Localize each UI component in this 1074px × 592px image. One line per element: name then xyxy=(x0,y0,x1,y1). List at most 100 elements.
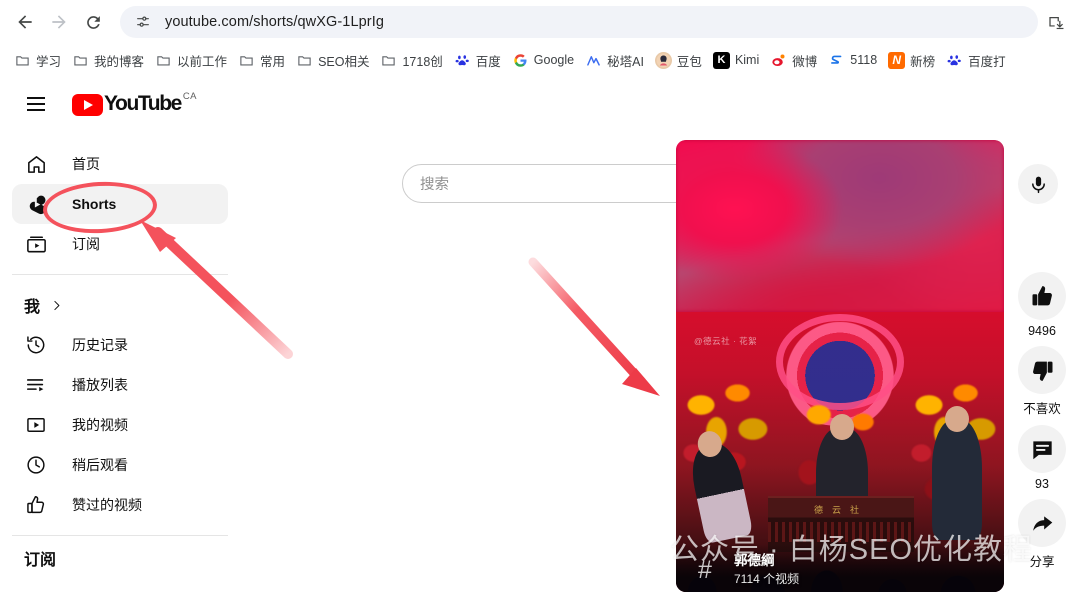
bookmark-label: 秘塔AI xyxy=(607,54,644,69)
sidebar-you-header[interactable]: 我 xyxy=(12,285,228,325)
sidebar-item-shorts[interactable]: Shorts xyxy=(12,184,228,224)
bookmark-item[interactable]: 我的博客 xyxy=(68,47,151,73)
folder-icon xyxy=(72,52,89,69)
subscriptions-icon xyxy=(24,232,48,256)
folder-icon xyxy=(380,52,397,69)
home-icon xyxy=(24,152,48,176)
reload-icon xyxy=(86,15,100,29)
bookmark-item[interactable]: K Kimi xyxy=(709,47,766,73)
site-settings-button[interactable] xyxy=(130,9,156,35)
sidebar-label: 历史记录 xyxy=(72,337,128,353)
bookmark-item[interactable]: 5118 xyxy=(824,47,884,73)
sidebar-label: 稍后观看 xyxy=(72,457,128,473)
weibo-icon xyxy=(770,51,788,69)
microphone-icon xyxy=(1031,176,1045,193)
url-text: youtube.com/shorts/qwXG-1LprIg xyxy=(165,14,384,30)
bookmark-label: 百度打 xyxy=(968,54,1006,69)
bookmark-item[interactable]: 常用 xyxy=(234,47,292,73)
comment-count: 93 xyxy=(1035,477,1049,491)
address-bar[interactable]: youtube.com/shorts/qwXG-1LprIg xyxy=(120,6,1038,38)
sidebar-subscriptions-heading: 订阅 xyxy=(24,552,57,569)
sidebar-label: Shorts xyxy=(72,196,117,212)
dislike-button[interactable] xyxy=(1018,346,1066,394)
history-icon xyxy=(24,333,48,357)
sidebar-divider xyxy=(12,535,228,536)
reload-button[interactable] xyxy=(76,5,110,39)
comments-group: 93 xyxy=(1018,425,1066,491)
bookmark-label: Google xyxy=(533,53,575,67)
kimi-icon: K xyxy=(712,51,730,69)
browser-toolbar: youtube.com/shorts/qwXG-1LprIg xyxy=(0,0,1074,44)
bookmark-item[interactable]: 秘塔AI xyxy=(581,47,651,73)
video-blurred-backdrop xyxy=(676,140,1004,312)
tune-icon xyxy=(137,16,149,27)
install-app-button[interactable] xyxy=(1042,8,1070,36)
sidebar-item-liked-videos[interactable]: 赞过的视频 xyxy=(12,485,228,525)
chevron-right-icon xyxy=(50,299,63,312)
metaso-icon xyxy=(585,51,603,69)
bookmark-label: 微博 xyxy=(792,54,818,69)
back-button[interactable] xyxy=(8,5,42,39)
bookmark-item[interactable]: Google xyxy=(508,47,581,73)
bookmark-item[interactable]: SEO相关 xyxy=(292,47,376,73)
share-button[interactable] xyxy=(1018,499,1066,547)
folder-icon xyxy=(14,52,31,69)
bookmark-item[interactable]: 百度 xyxy=(450,47,508,73)
comment-icon xyxy=(1032,440,1052,459)
sidebar-item-playlists[interactable]: 播放列表 xyxy=(12,365,228,405)
youtube-masthead: YouTube CA xyxy=(0,76,1074,132)
newrank-icon: N xyxy=(888,51,906,69)
shorts-player-column: 德云社 @德云社 · 花絮 # 郭德綱 7114 个视频 xyxy=(676,140,1004,592)
folder-icon xyxy=(155,52,172,69)
hamburger-menu-button[interactable] xyxy=(16,84,56,124)
like-button[interactable] xyxy=(1018,272,1066,320)
sidebar-item-subscriptions[interactable]: 订阅 xyxy=(12,224,228,264)
dislike-group: 不喜欢 xyxy=(1018,346,1066,417)
share-icon xyxy=(1032,515,1052,531)
sidebar-item-home[interactable]: 首页 xyxy=(12,144,228,184)
bookmark-item[interactable]: 1718创 xyxy=(376,47,449,73)
sidebar-label: 我的视频 xyxy=(72,417,128,433)
bookmark-item[interactable]: 百度打 xyxy=(942,47,1013,73)
like-count: 9496 xyxy=(1028,324,1056,338)
performer-right xyxy=(932,406,982,540)
sidebar-item-your-videos[interactable]: 我的视频 xyxy=(12,405,228,445)
forward-button[interactable] xyxy=(42,5,76,39)
bookmark-item[interactable]: N 新榜 xyxy=(884,47,942,73)
comments-button[interactable] xyxy=(1018,425,1066,473)
bookmark-label: 我的博客 xyxy=(94,54,145,69)
bookmark-item[interactable]: 微博 xyxy=(766,47,824,73)
voice-search-button[interactable] xyxy=(1018,164,1058,204)
stage-table-text: 德云社 xyxy=(813,505,868,515)
shorts-video-player[interactable]: 德云社 @德云社 · 花絮 # 郭德綱 7114 个视频 xyxy=(676,140,1004,592)
shorts-icon xyxy=(24,192,48,216)
playlist-icon xyxy=(24,373,48,397)
channel-info-overlay[interactable]: # 郭德綱 7114 个视频 xyxy=(688,548,799,592)
thumbs-down-icon xyxy=(1032,361,1052,381)
hashtag-icon: # xyxy=(698,555,712,584)
youtube-wordmark: YouTube xyxy=(104,92,182,115)
sidebar-you-label: 我 xyxy=(24,299,41,316)
folder-icon xyxy=(238,52,255,69)
youtube-logo[interactable]: YouTube CA xyxy=(72,91,197,116)
bookmark-item[interactable]: 以前工作 xyxy=(151,47,234,73)
bookmark-label: 5118 xyxy=(850,53,878,67)
sidebar-label: 赞过的视频 xyxy=(72,497,142,513)
youtube-country-code: CA xyxy=(182,91,197,102)
channel-name: 郭德綱 xyxy=(734,553,775,568)
browser-chrome: youtube.com/shorts/qwXG-1LprIg 学习 我的博客 以… xyxy=(0,0,1074,76)
bookmark-item[interactable]: 豆包 xyxy=(651,47,709,73)
5118-icon xyxy=(828,51,846,69)
bookmark-label: 学习 xyxy=(36,54,62,69)
bookmark-item[interactable]: 学习 xyxy=(10,47,68,73)
sidebar-item-history[interactable]: 历史记录 xyxy=(12,325,228,365)
bookmark-label: 豆包 xyxy=(676,54,702,69)
sidebar: 首页 Shorts 订阅 我 历史记录 播放列表 我的视频 稍后观看 赞过的视频… xyxy=(0,132,240,592)
google-icon xyxy=(511,51,529,69)
bookmark-label: SEO相关 xyxy=(318,54,370,69)
youtube-page: YouTube CA 搜索 首页 Shorts 订阅 我 历史记录 播放列表 我… xyxy=(0,76,1074,592)
forward-arrow-icon xyxy=(52,15,66,29)
doubao-icon xyxy=(654,51,672,69)
shorts-action-rail: 9496 不喜欢 93 分享 xyxy=(1014,272,1070,578)
sidebar-item-watch-later[interactable]: 稍后观看 xyxy=(12,445,228,485)
